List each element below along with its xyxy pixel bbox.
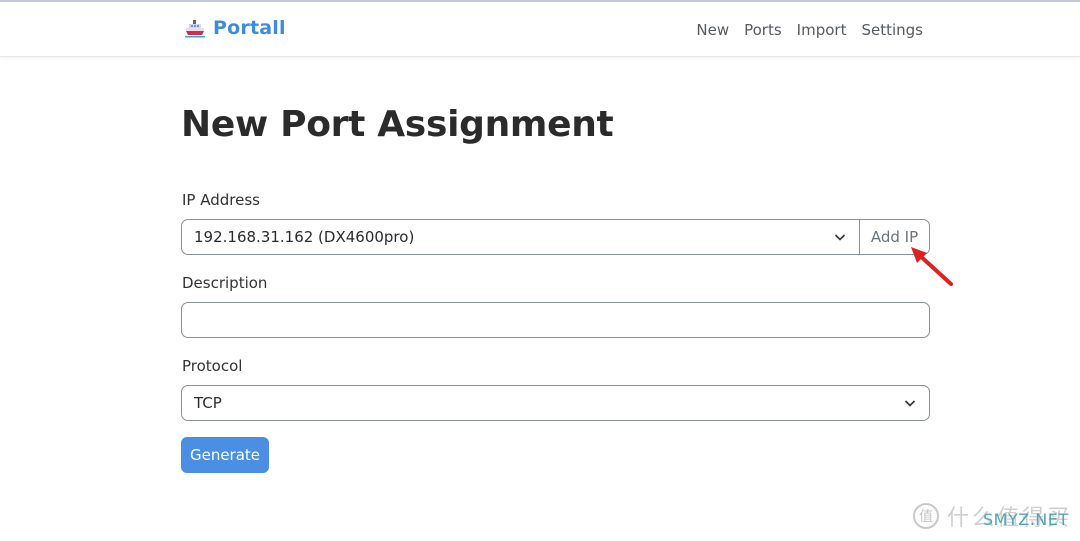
protocol-selected-value: TCP — [194, 394, 222, 412]
generate-button[interactable]: Generate — [181, 437, 269, 473]
brand-link[interactable]: Portall — [184, 17, 286, 39]
ip-address-selected-value: 192.168.31.162 (DX4600pro) — [194, 228, 415, 246]
nav-link-settings[interactable]: Settings — [861, 21, 923, 39]
ip-address-input-group: 192.168.31.162 (DX4600pro) Add IP — [181, 219, 930, 255]
ship-icon — [185, 20, 205, 38]
protocol-select[interactable]: TCP — [181, 385, 930, 421]
description-label: Description — [182, 274, 268, 292]
chevron-down-icon — [834, 234, 846, 241]
nav-link-ports[interactable]: Ports — [744, 21, 782, 39]
nav-link-new[interactable]: New — [696, 21, 729, 39]
brand-name: Portall — [213, 17, 286, 39]
watermark: 值 什么值得买 SMYZ.NET — [913, 500, 1072, 532]
watermark-logo: 值 — [913, 503, 939, 529]
red-arrow-icon — [911, 247, 953, 286]
protocol-label: Protocol — [182, 357, 243, 375]
description-input[interactable] — [181, 302, 930, 338]
chevron-down-icon — [904, 400, 916, 407]
nav-links: New Ports Import Settings — [681, 21, 923, 39]
ip-address-select[interactable]: 192.168.31.162 (DX4600pro) — [182, 220, 860, 254]
ip-address-label: IP Address — [182, 191, 260, 209]
navbar: Portall New Ports Import Settings — [0, 2, 1080, 57]
nav-link-import[interactable]: Import — [797, 21, 847, 39]
page-title: New Port Assignment — [181, 104, 614, 145]
watermark-en-text: SMYZ.NET — [983, 510, 1069, 529]
